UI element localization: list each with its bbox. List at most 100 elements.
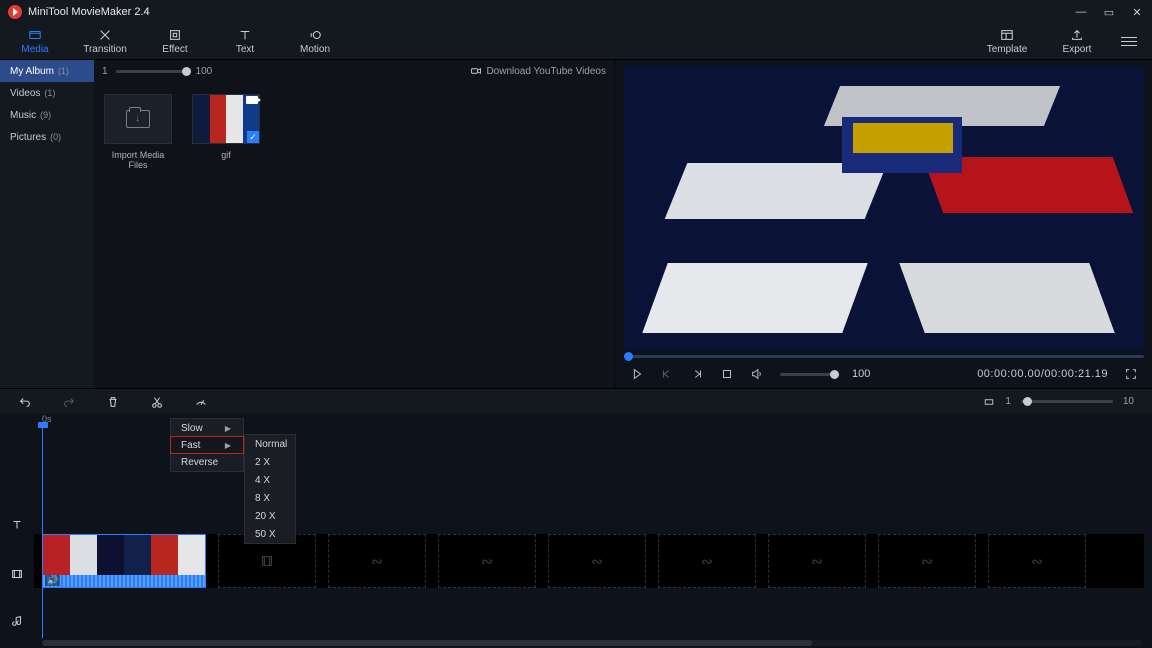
submenu-arrow-icon: ▶ [225,424,231,433]
undo-button[interactable] [18,395,32,409]
speed-option-2x[interactable]: 2 X [245,453,295,471]
preview-scrubber[interactable] [624,352,1144,360]
stop-button[interactable] [720,367,734,381]
text-track-icon [0,506,34,544]
menu-item-label: Reverse [181,457,218,468]
tab-effect-label: Effect [162,44,187,55]
sidebar-item-count: (1) [44,88,55,98]
tab-transition-label: Transition [83,44,127,55]
export-icon [1070,28,1084,42]
menu-item-label: Fast [181,440,200,451]
speed-option-50x[interactable]: 50 X [245,525,295,543]
preview-video[interactable] [624,66,1144,350]
volume-button[interactable] [750,367,764,381]
timeline-scrollbar[interactable] [42,640,1142,646]
fit-button[interactable] [983,396,995,408]
redo-button[interactable] [62,395,76,409]
tab-text[interactable]: Text [210,24,280,60]
video-track-icon [0,544,34,604]
app-title: MiniTool MovieMaker 2.4 [28,6,150,18]
menu-item-label: 20 X [255,511,276,522]
motion-icon [308,28,322,42]
maximize-button[interactable]: ▭ [1102,6,1116,19]
timeline-zoom-min: 1 [1005,396,1011,407]
media-panel: 1 100 Download YouTube Videos Import Med… [94,60,616,388]
clip-label: gif [221,150,231,160]
import-media-button[interactable]: Import Media Files [102,94,174,170]
template-icon [1000,28,1014,42]
speed-menu-fast[interactable]: Fast ▶ [170,436,244,454]
menu-button[interactable] [1112,25,1146,59]
empty-slot[interactable]: ∾ [878,534,976,588]
speed-option-20x[interactable]: 20 X [245,507,295,525]
tab-media[interactable]: Media [0,24,70,60]
sidebar-item-pictures[interactable]: Pictures(0) [0,126,94,148]
menu-item-label: 8 X [255,493,270,504]
sidebar-item-label: My Album [10,66,54,77]
tab-motion-label: Motion [300,44,330,55]
timeline-zoom-max: 10 [1123,396,1134,407]
volume-value: 100 [852,368,870,380]
menu-item-label: Normal [255,439,287,450]
prev-frame-button[interactable] [660,367,674,381]
tab-template[interactable]: Template [972,24,1042,60]
speed-menu-reverse[interactable]: Reverse [171,453,243,471]
timeline-toolbar: 1 10 [0,388,1152,414]
empty-slot[interactable]: ∾ [658,534,756,588]
media-icon [28,28,42,42]
video-badge-icon [246,96,258,104]
download-youtube-button[interactable]: Download YouTube Videos [470,65,606,77]
timeline: 0s 🔊 ∾ ∾ ∾ ∾ ∾ ∾ ∾ Slow▶ F [0,414,1152,648]
empty-slot[interactable]: ∾ [548,534,646,588]
text-icon [238,28,252,42]
tab-effect[interactable]: Effect [140,24,210,60]
thumb-zoom-min: 1 [102,66,108,77]
fullscreen-button[interactable] [1124,367,1138,381]
split-button[interactable] [150,395,164,409]
media-clip-gif[interactable]: ✓ gif [190,94,262,160]
speed-option-8x[interactable]: 8 X [245,489,295,507]
tab-template-label: Template [987,44,1028,55]
tab-motion[interactable]: Motion [280,24,350,60]
timeline-clip[interactable]: 🔊 [42,534,206,588]
next-frame-button[interactable] [690,367,704,381]
playhead[interactable] [42,428,43,638]
folder-download-icon [126,110,150,128]
sidebar-item-count: (9) [40,110,51,120]
tab-export[interactable]: Export [1042,24,1112,60]
sidebar-item-videos[interactable]: Videos (1) [0,82,94,104]
clip-mute-icon[interactable]: 🔊 [45,575,60,586]
import-media-label: Import Media Files [102,150,174,170]
library-sidebar: My Album(1) Videos (1) Music(9) Pictures(… [0,60,94,388]
minimize-button[interactable]: — [1074,6,1088,19]
play-button[interactable] [630,367,644,381]
download-youtube-label: Download YouTube Videos [486,66,606,77]
time-display: 00:00:00.00/00:00:21.19 [977,368,1108,380]
speed-submenu: Normal 2 X 4 X 8 X 20 X 50 X [244,434,296,544]
empty-slot[interactable]: ∾ [988,534,1086,588]
submenu-arrow-icon: ▶ [225,441,231,450]
delete-button[interactable] [106,395,120,409]
clip-waveform [43,575,205,587]
tab-text-label: Text [236,44,254,55]
sidebar-item-label: Videos [10,88,40,99]
timeline-zoom-slider[interactable] [1021,400,1113,403]
menu-item-label: 2 X [255,457,270,468]
preview-panel: 100 00:00:00.00/00:00:21.19 [616,60,1152,388]
thumb-zoom-slider[interactable] [116,70,188,73]
empty-slot[interactable]: ∾ [438,534,536,588]
empty-slot[interactable]: ∾ [328,534,426,588]
empty-slot[interactable]: ∾ [768,534,866,588]
volume-slider[interactable] [780,373,836,376]
speed-option-4x[interactable]: 4 X [245,471,295,489]
speed-button[interactable] [194,395,208,409]
sidebar-item-music[interactable]: Music(9) [0,104,94,126]
preview-frame-image [624,66,1144,350]
speed-option-normal[interactable]: Normal [245,435,295,453]
close-button[interactable]: ✕ [1130,6,1144,19]
speed-menu-slow[interactable]: Slow ▶ [171,419,243,437]
sidebar-item-my-album[interactable]: My Album(1) [0,60,94,82]
menu-item-label: Slow [181,423,203,434]
tab-transition[interactable]: Transition [70,24,140,60]
timeline-tracks[interactable]: 0s 🔊 ∾ ∾ ∾ ∾ ∾ ∾ ∾ Slow▶ F [34,414,1152,648]
